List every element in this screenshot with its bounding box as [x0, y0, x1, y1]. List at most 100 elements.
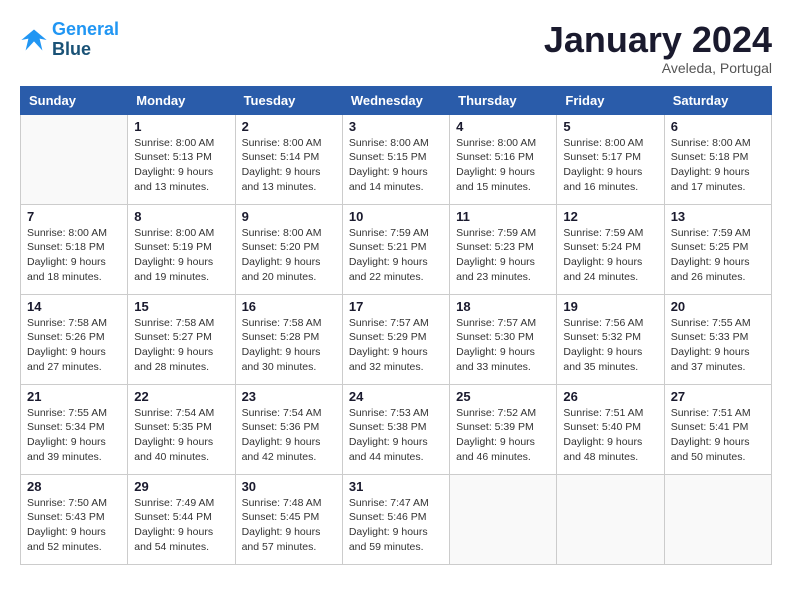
day-info: Sunrise: 7:54 AMSunset: 5:36 PMDaylight:… [242, 406, 336, 465]
day-info: Sunrise: 8:00 AMSunset: 5:20 PMDaylight:… [242, 226, 336, 285]
calendar-cell: 24 Sunrise: 7:53 AMSunset: 5:38 PMDayligh… [342, 384, 449, 474]
calendar-cell: 12Sunrise: 7:59 AMSunset: 5:24 PMDayligh… [557, 204, 664, 294]
calendar-cell: 29 Sunrise: 7:49 AMSunset: 5:44 PMDayligh… [128, 474, 235, 564]
week-row-5: 28 Sunrise: 7:50 AMSunset: 5:43 PMDayligh… [21, 474, 772, 564]
day-info: Sunrise: 7:58 AMSunset: 5:28 PMDaylight:… [242, 316, 336, 375]
weekday-header-friday: Friday [557, 86, 664, 114]
day-info: Sunrise: 8:00 AMSunset: 5:17 PMDaylight:… [563, 136, 657, 195]
day-number: 9 [242, 209, 336, 224]
day-info: Sunrise: 7:53 AMSunset: 5:38 PMDaylight:… [349, 406, 443, 465]
calendar-cell: 19 Sunrise: 7:56 AMSunset: 5:32 PMDayligh… [557, 294, 664, 384]
calendar-cell: 2Sunrise: 8:00 AMSunset: 5:14 PMDaylight… [235, 114, 342, 204]
day-info: Sunrise: 8:00 AMSunset: 5:13 PMDaylight:… [134, 136, 228, 195]
weekday-header-thursday: Thursday [450, 86, 557, 114]
calendar-cell: 14 Sunrise: 7:58 AMSunset: 5:26 PMDayligh… [21, 294, 128, 384]
calendar-cell: 1 Sunrise: 8:00 AMSunset: 5:13 PMDaylight… [128, 114, 235, 204]
calendar-cell: 26 Sunrise: 7:51 AMSunset: 5:40 PMDayligh… [557, 384, 664, 474]
day-info: Sunrise: 7:50 AMSunset: 5:43 PMDaylight:… [27, 496, 121, 555]
weekday-header-wednesday: Wednesday [342, 86, 449, 114]
day-number: 30 [242, 479, 336, 494]
day-info: Sunrise: 7:57 AMSunset: 5:30 PMDaylight:… [456, 316, 550, 375]
day-info: Sunrise: 7:48 AMSunset: 5:45 PMDaylight:… [242, 496, 336, 555]
day-number: 8 [134, 209, 228, 224]
day-info: Sunrise: 7:58 AMSunset: 5:26 PMDaylight:… [27, 316, 121, 375]
day-info: Sunrise: 7:52 AMSunset: 5:39 PMDaylight:… [456, 406, 550, 465]
day-number: 29 [134, 479, 228, 494]
day-info: Sunrise: 7:58 AMSunset: 5:27 PMDaylight:… [134, 316, 228, 375]
day-number: 27 [671, 389, 765, 404]
day-number: 26 [563, 389, 657, 404]
calendar-cell: 16 Sunrise: 7:58 AMSunset: 5:28 PMDayligh… [235, 294, 342, 384]
calendar-cell: 10Sunrise: 7:59 AMSunset: 5:21 PMDayligh… [342, 204, 449, 294]
day-number: 19 [563, 299, 657, 314]
day-number: 1 [134, 119, 228, 134]
day-number: 18 [456, 299, 550, 314]
day-number: 4 [456, 119, 550, 134]
day-number: 21 [27, 389, 121, 404]
day-number: 28 [27, 479, 121, 494]
title-block: January 2024 Aveleda, Portugal [544, 20, 772, 76]
week-row-1: 1 Sunrise: 8:00 AMSunset: 5:13 PMDaylight… [21, 114, 772, 204]
day-number: 23 [242, 389, 336, 404]
calendar-cell: 6Sunrise: 8:00 AMSunset: 5:18 PMDaylight… [664, 114, 771, 204]
day-number: 7 [27, 209, 121, 224]
calendar-cell: 9 Sunrise: 8:00 AMSunset: 5:20 PMDaylight… [235, 204, 342, 294]
day-info: Sunrise: 8:00 AMSunset: 5:16 PMDaylight:… [456, 136, 550, 195]
day-number: 25 [456, 389, 550, 404]
calendar-cell: 5Sunrise: 8:00 AMSunset: 5:17 PMDaylight… [557, 114, 664, 204]
calendar-cell: 3 Sunrise: 8:00 AMSunset: 5:15 PMDaylight… [342, 114, 449, 204]
logo: General Blue [20, 20, 119, 60]
calendar-cell: 4 Sunrise: 8:00 AMSunset: 5:16 PMDaylight… [450, 114, 557, 204]
day-number: 13 [671, 209, 765, 224]
calendar-cell: 23 Sunrise: 7:54 AMSunset: 5:36 PMDayligh… [235, 384, 342, 474]
weekday-header-sunday: Sunday [21, 86, 128, 114]
day-number: 24 [349, 389, 443, 404]
day-info: Sunrise: 8:00 AMSunset: 5:15 PMDaylight:… [349, 136, 443, 195]
weekday-header-saturday: Saturday [664, 86, 771, 114]
page-header: General Blue January 2024 Aveleda, Portu… [20, 20, 772, 76]
day-number: 10 [349, 209, 443, 224]
calendar-cell: 7 Sunrise: 8:00 AMSunset: 5:18 PMDaylight… [21, 204, 128, 294]
day-info: Sunrise: 7:59 AMSunset: 5:25 PMDaylight:… [671, 226, 765, 285]
calendar-cell: 27 Sunrise: 7:51 AMSunset: 5:41 PMDayligh… [664, 384, 771, 474]
calendar-cell: 8 Sunrise: 8:00 AMSunset: 5:19 PMDaylight… [128, 204, 235, 294]
day-info: Sunrise: 7:57 AMSunset: 5:29 PMDaylight:… [349, 316, 443, 375]
day-info: Sunrise: 7:47 AMSunset: 5:46 PMDaylight:… [349, 496, 443, 555]
logo-icon [20, 26, 48, 54]
week-row-3: 14 Sunrise: 7:58 AMSunset: 5:26 PMDayligh… [21, 294, 772, 384]
day-number: 2 [242, 119, 336, 134]
location: Aveleda, Portugal [544, 60, 772, 76]
calendar-cell: 21Sunrise: 7:55 AMSunset: 5:34 PMDayligh… [21, 384, 128, 474]
day-number: 6 [671, 119, 765, 134]
day-number: 11 [456, 209, 550, 224]
day-number: 22 [134, 389, 228, 404]
day-info: Sunrise: 7:55 AMSunset: 5:33 PMDaylight:… [671, 316, 765, 375]
day-info: Sunrise: 7:49 AMSunset: 5:44 PMDaylight:… [134, 496, 228, 555]
calendar-cell [664, 474, 771, 564]
calendar-table: SundayMondayTuesdayWednesdayThursdayFrid… [20, 86, 772, 565]
day-number: 15 [134, 299, 228, 314]
day-number: 14 [27, 299, 121, 314]
day-number: 3 [349, 119, 443, 134]
day-info: Sunrise: 7:56 AMSunset: 5:32 PMDaylight:… [563, 316, 657, 375]
day-number: 16 [242, 299, 336, 314]
calendar-cell: 25 Sunrise: 7:52 AMSunset: 5:39 PMDayligh… [450, 384, 557, 474]
week-row-4: 21Sunrise: 7:55 AMSunset: 5:34 PMDayligh… [21, 384, 772, 474]
calendar-cell [557, 474, 664, 564]
calendar-cell: 13 Sunrise: 7:59 AMSunset: 5:25 PMDayligh… [664, 204, 771, 294]
day-info: Sunrise: 7:59 AMSunset: 5:23 PMDaylight:… [456, 226, 550, 285]
month-title: January 2024 [544, 20, 772, 60]
calendar-cell: 28 Sunrise: 7:50 AMSunset: 5:43 PMDayligh… [21, 474, 128, 564]
day-info: Sunrise: 7:51 AMSunset: 5:40 PMDaylight:… [563, 406, 657, 465]
calendar-cell: 17Sunrise: 7:57 AMSunset: 5:29 PMDayligh… [342, 294, 449, 384]
week-row-2: 7 Sunrise: 8:00 AMSunset: 5:18 PMDaylight… [21, 204, 772, 294]
day-info: Sunrise: 7:59 AMSunset: 5:24 PMDaylight:… [563, 226, 657, 285]
weekday-header-tuesday: Tuesday [235, 86, 342, 114]
calendar-header-row: SundayMondayTuesdayWednesdayThursdayFrid… [21, 86, 772, 114]
day-info: Sunrise: 8:00 AMSunset: 5:18 PMDaylight:… [27, 226, 121, 285]
calendar-cell: 15 Sunrise: 7:58 AMSunset: 5:27 PMDayligh… [128, 294, 235, 384]
day-info: Sunrise: 8:00 AMSunset: 5:19 PMDaylight:… [134, 226, 228, 285]
calendar-cell: 20Sunrise: 7:55 AMSunset: 5:33 PMDayligh… [664, 294, 771, 384]
day-info: Sunrise: 7:51 AMSunset: 5:41 PMDaylight:… [671, 406, 765, 465]
calendar-cell: 22Sunrise: 7:54 AMSunset: 5:35 PMDayligh… [128, 384, 235, 474]
